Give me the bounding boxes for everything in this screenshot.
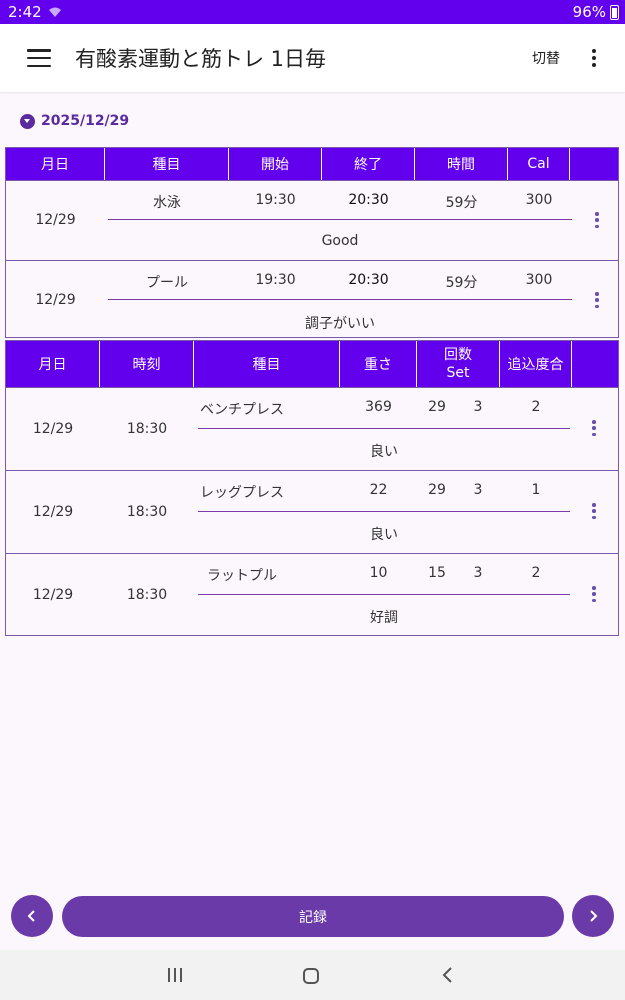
home-icon[interactable] (302, 967, 320, 985)
row-activity: 水泳 (153, 195, 181, 211)
row-date: 12/29 (35, 212, 76, 228)
back-icon[interactable] (441, 967, 455, 983)
header-reps: 回数 (444, 347, 472, 363)
chevron-down-icon (20, 113, 35, 129)
header-start: 開始 (229, 148, 322, 180)
header-weight: 重さ (340, 341, 417, 387)
row-sets: 3 (473, 482, 483, 498)
header-exercise: 種目 (194, 341, 340, 387)
row-memo: 調子がいい (305, 316, 375, 332)
table-row[interactable]: 12/29 18:30 ベンチプレス 369 29 3 2 良い (6, 387, 618, 470)
row-sets: 3 (473, 565, 483, 581)
chevron-left-icon (27, 910, 35, 922)
row-activity: プール (146, 275, 188, 291)
table-row[interactable]: 12/29 18:30 ラットプル 10 15 3 2 好調 (6, 553, 618, 635)
more-vert-icon[interactable] (582, 46, 606, 70)
header-duration: 時間 (415, 148, 508, 180)
row-end: 20:30 (348, 192, 389, 208)
status-bar: 2:42 96% (0, 0, 625, 24)
row-duration: 59分 (445, 275, 478, 291)
row-date: 12/29 (32, 421, 74, 437)
cardio-table-header: 月日 種目 開始 終了 時間 Cal (6, 148, 618, 180)
battery-percentage: 96% (572, 3, 606, 21)
row-divider (108, 299, 572, 300)
row-cal: 300 (525, 192, 553, 208)
row-divider (108, 219, 572, 220)
row-divider (198, 428, 570, 429)
row-more-icon[interactable] (594, 212, 600, 228)
recent-apps-icon[interactable] (166, 967, 184, 983)
header-date: 月日 (6, 148, 105, 180)
header-date: 月日 (6, 341, 100, 387)
system-navigation-bar (0, 950, 625, 1000)
table-row[interactable]: 12/29 水泳 19:30 20:30 59分 300 Good (6, 180, 618, 260)
status-time: 2:42 (8, 3, 42, 21)
row-memo: 良い (370, 527, 398, 543)
row-memo: Good (321, 233, 359, 249)
row-time: 18:30 (126, 504, 168, 520)
row-more-icon[interactable] (591, 420, 597, 436)
chevron-right-icon (590, 910, 598, 922)
row-weight: 22 (369, 482, 388, 498)
header-time: 時刻 (100, 341, 194, 387)
row-extra: 2 (531, 565, 541, 581)
row-divider (198, 511, 570, 512)
page-title: 有酸素運動と筋トレ 1日毎 (75, 47, 327, 71)
strength-table: 月日 時刻 種目 重さ 回数 Set 追込度合 12/29 18:30 ベンチプ… (5, 340, 619, 636)
battery-icon (610, 4, 619, 20)
strength-table-header: 月日 時刻 種目 重さ 回数 Set 追込度合 (6, 341, 618, 387)
row-extra: 2 (531, 399, 541, 415)
row-more-icon[interactable] (591, 503, 597, 519)
hamburger-icon[interactable] (27, 49, 51, 67)
next-day-button[interactable] (572, 895, 614, 937)
row-exercise: ラットプル (207, 568, 277, 584)
header-end: 終了 (322, 148, 415, 180)
row-sets: 3 (473, 399, 483, 415)
row-end: 20:30 (348, 272, 389, 288)
row-exercise: ベンチプレス (200, 402, 284, 418)
selected-date: 2025/12/29 (41, 113, 130, 129)
row-memo: 好調 (370, 610, 398, 626)
row-more-icon[interactable] (594, 292, 600, 308)
header-reps-sets: 回数 Set (417, 341, 500, 387)
table-row[interactable]: 12/29 18:30 レッグプレス 22 29 3 1 良い (6, 470, 618, 553)
row-date: 12/29 (35, 292, 76, 308)
table-row[interactable]: 12/29 プール 19:30 20:30 59分 300 調子がいい (6, 260, 618, 339)
switch-button[interactable]: 切替 (532, 48, 560, 68)
row-start: 19:30 (255, 192, 296, 208)
row-date: 12/29 (32, 587, 74, 603)
bottom-action-bar: 記録 (0, 895, 625, 939)
header-sets: Set (446, 365, 470, 381)
row-time: 18:30 (126, 421, 168, 437)
row-reps: 29 (428, 482, 446, 498)
row-time: 18:30 (126, 587, 168, 603)
row-divider (198, 594, 570, 595)
notification-icon (48, 7, 61, 17)
row-exercise: レッグプレス (200, 485, 284, 501)
row-reps: 15 (428, 565, 446, 581)
row-extra: 1 (531, 482, 541, 498)
row-memo: 良い (370, 444, 398, 460)
header-activity: 種目 (105, 148, 229, 180)
app-bar: 有酸素運動と筋トレ 1日毎 切替 (0, 24, 625, 92)
row-date: 12/29 (32, 504, 74, 520)
record-button[interactable]: 記録 (62, 896, 564, 937)
prev-day-button[interactable] (11, 895, 53, 937)
row-duration: 59分 (445, 195, 478, 211)
row-more-icon[interactable] (591, 586, 597, 602)
row-reps: 29 (428, 399, 446, 415)
row-weight: 10 (369, 565, 388, 581)
date-selector[interactable]: 2025/12/29 (20, 113, 129, 129)
header-extra: 追込度合 (500, 341, 572, 387)
row-cal: 300 (525, 272, 553, 288)
cardio-table: 月日 種目 開始 終了 時間 Cal 12/29 水泳 19:30 20:30 … (5, 147, 619, 338)
row-start: 19:30 (255, 272, 296, 288)
header-cal: Cal (508, 148, 570, 180)
row-weight: 369 (365, 399, 392, 415)
